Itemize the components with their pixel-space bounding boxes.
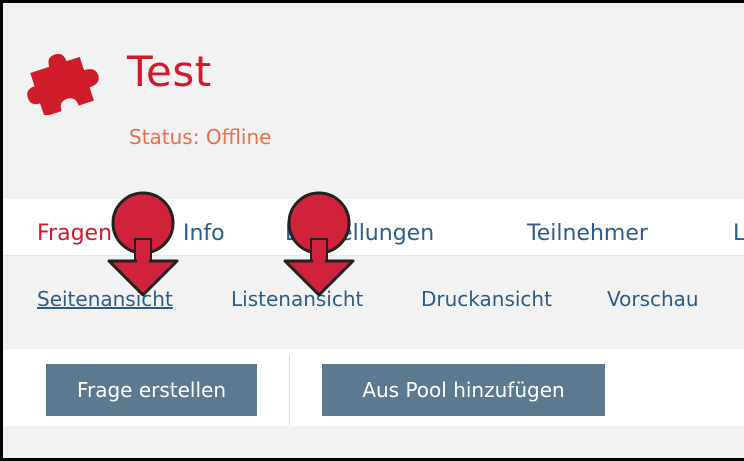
subtab-vorschau[interactable]: Vorschau: [607, 287, 699, 311]
app-window: Test Status: Offline Fragen Info Einstel…: [0, 0, 744, 461]
arrow-pin-down-icon: [107, 191, 179, 297]
content-area: [3, 426, 744, 458]
page-header: Test Status: Offline: [3, 3, 744, 199]
toolbar-divider: [289, 355, 290, 425]
page-title: Test: [127, 47, 212, 96]
arrow-pin-down-icon: [283, 191, 355, 297]
puzzle-piece-icon: [27, 53, 99, 115]
create-question-button[interactable]: Frage erstellen: [46, 364, 257, 416]
tab-info[interactable]: Info: [183, 221, 225, 246]
subtab-druckansicht[interactable]: Druckansicht: [421, 287, 552, 311]
tab-next-truncated[interactable]: L: [733, 221, 744, 246]
add-from-pool-button[interactable]: Aus Pool hinzufügen: [322, 364, 605, 416]
status-text: Status: Offline: [129, 125, 272, 149]
tab-teilnehmer[interactable]: Teilnehmer: [527, 221, 648, 246]
